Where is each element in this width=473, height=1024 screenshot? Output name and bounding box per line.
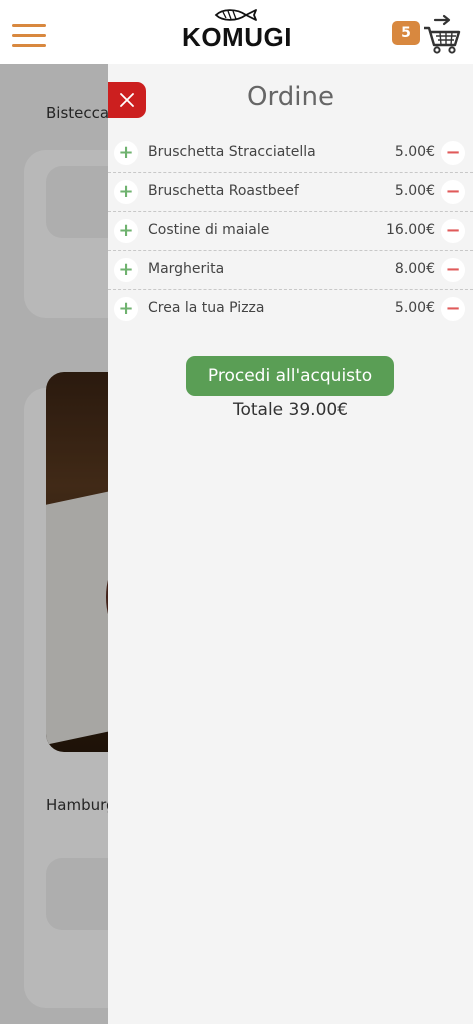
cart-icon[interactable] (422, 12, 462, 54)
order-item-price: 5.00€ (394, 144, 435, 160)
increase-quantity-button[interactable]: + (114, 180, 138, 204)
logo[interactable]: KOMUGI (178, 8, 296, 56)
decrease-quantity-button[interactable]: − (441, 219, 465, 243)
logo-text: KOMUGI (182, 22, 292, 52)
order-item-price: 5.00€ (394, 300, 435, 316)
order-item-name: Bruschetta Stracciatella (148, 144, 316, 160)
increase-quantity-button[interactable]: + (114, 141, 138, 165)
hamburger-menu-icon[interactable] (12, 24, 46, 48)
order-item-list: + Bruschetta Stracciatella 5.00€ − + Bru… (108, 134, 473, 329)
fish-icon (214, 9, 257, 21)
order-item: + Bruschetta Stracciatella 5.00€ − (108, 134, 473, 173)
order-title: Ordine (247, 82, 334, 112)
order-item: + Margherita 8.00€ − (108, 251, 473, 290)
order-panel: Ordine + Bruschetta Stracciatella 5.00€ … (108, 64, 473, 1024)
decrease-quantity-button[interactable]: − (441, 180, 465, 204)
order-total: Totale 39.00€ (232, 400, 349, 420)
close-icon (120, 93, 134, 107)
order-item-price: 16.00€ (386, 222, 435, 238)
increase-quantity-button[interactable]: + (114, 297, 138, 321)
increase-quantity-button[interactable]: + (114, 258, 138, 282)
order-item-name: Bruschetta Roastbeef (148, 183, 299, 199)
checkout-button[interactable]: Procedi all'acquisto (186, 356, 394, 396)
order-item-price: 5.00€ (394, 183, 435, 199)
order-item: + Costine di maiale 16.00€ − (108, 212, 473, 251)
order-item: + Crea la tua Pizza 5.00€ − (108, 290, 473, 329)
order-item-price: 8.00€ (394, 261, 435, 277)
increase-quantity-button[interactable]: + (114, 219, 138, 243)
order-item-name: Margherita (148, 261, 225, 277)
decrease-quantity-button[interactable]: − (441, 297, 465, 321)
decrease-quantity-button[interactable]: − (441, 141, 465, 165)
order-item-name: Crea la tua Pizza (148, 300, 265, 316)
cart-count-badge[interactable]: 5 (392, 21, 420, 45)
order-item: + Bruschetta Roastbeef 5.00€ − (108, 173, 473, 212)
decrease-quantity-button[interactable]: − (441, 258, 465, 282)
app-header: KOMUGI 5 (0, 0, 473, 64)
close-order-button[interactable] (108, 82, 146, 118)
order-item-name: Costine di maiale (148, 222, 270, 238)
